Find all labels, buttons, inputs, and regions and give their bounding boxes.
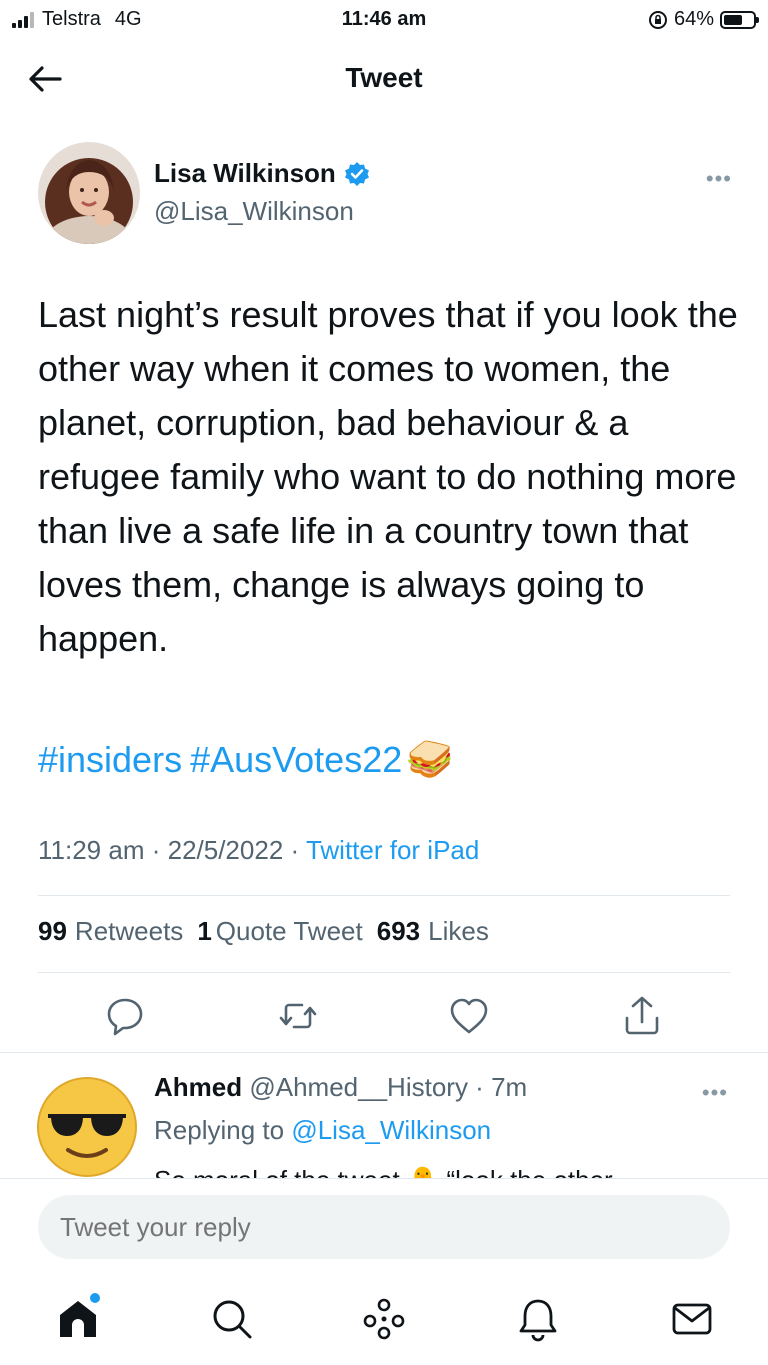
tweet-date: 22/5/2022 — [167, 835, 284, 865]
reply-more-options-icon[interactable]: ••• — [702, 1080, 728, 1106]
nav-notifications[interactable] — [514, 1295, 562, 1343]
quotes-stat[interactable]: 1 Quote Tweet — [197, 916, 362, 947]
tweet-meta: 11:29 am · 22/5/2022 · Twitter for iPad — [38, 835, 479, 866]
separator: · — [467, 1072, 492, 1102]
battery-percent: 64% — [673, 8, 714, 30]
bottom-nav — [0, 1275, 768, 1365]
quotes-label: Quote Tweet — [215, 916, 363, 946]
verified-badge-icon — [344, 161, 369, 186]
nav-home[interactable] — [54, 1293, 102, 1343]
tweet-source[interactable]: Twitter for iPad — [306, 835, 479, 865]
likes-label: Likes — [428, 916, 489, 946]
tweet-text: Last night’s result proves that if you l… — [38, 294, 738, 659]
sunglasses-face-icon — [37, 1077, 137, 1177]
retweet-icon — [279, 1003, 317, 1029]
reply-icon — [107, 998, 143, 1036]
share-button[interactable] — [620, 994, 664, 1038]
divider — [0, 1052, 768, 1053]
reply-composer — [0, 1178, 768, 1268]
reply-snippet: So moral of the tweet 🐥 “look the other — [154, 1165, 613, 1180]
hashtag-insiders[interactable]: #insiders — [38, 733, 182, 787]
status-bar: Telstra 4G 11:46 am 64% — [0, 0, 768, 40]
likes-stat[interactable]: 693 Likes — [377, 916, 489, 947]
likes-count: 693 — [376, 916, 421, 946]
quotes-count: 1 — [197, 916, 212, 946]
reply-input[interactable] — [38, 1195, 730, 1259]
author-name-label: Lisa Wilkinson — [154, 158, 336, 188]
author-handle[interactable]: @Lisa_Wilkinson — [154, 196, 354, 227]
replying-to: Replying to @Lisa_Wilkinson — [154, 1115, 491, 1146]
divider — [38, 895, 730, 896]
replying-prefix: Replying to — [154, 1115, 285, 1145]
mail-icon — [672, 1303, 712, 1335]
more-options-icon[interactable]: ••• — [706, 166, 732, 192]
retweets-label: Retweets — [74, 916, 184, 946]
search-icon — [213, 1300, 252, 1339]
share-icon — [625, 996, 659, 1035]
tweet-actions — [0, 994, 768, 1038]
hashtags: #insiders #AusVotes22 🥪 — [38, 733, 454, 787]
separator: · — [151, 835, 168, 865]
retweet-button[interactable] — [276, 994, 320, 1038]
nav-search[interactable] — [208, 1295, 256, 1343]
reply-avatar[interactable] — [36, 1076, 138, 1178]
orientation-lock-icon — [648, 10, 667, 29]
retweets-stat[interactable]: 99 Retweets — [38, 916, 183, 947]
replying-mention[interactable]: @Lisa_Wilkinson — [291, 1115, 491, 1145]
tweet-time: 11:29 am — [38, 835, 145, 865]
author-avatar[interactable] — [38, 142, 140, 244]
separator: · — [290, 835, 306, 865]
reply-age: 7m — [491, 1072, 528, 1102]
reply-author-handle[interactable]: @Ahmed__History — [249, 1072, 468, 1102]
reply-header: Ahmed @Ahmed__History · 7m — [154, 1072, 527, 1103]
page-title: Tweet — [345, 62, 423, 93]
tweet-stats: 99 Retweets 1 Quote Tweet 693 Likes — [38, 916, 489, 947]
like-button[interactable] — [447, 994, 491, 1038]
heart-icon — [450, 998, 488, 1034]
header: Tweet — [0, 44, 768, 114]
status-right: 64% — [648, 8, 759, 31]
bell-icon — [519, 1299, 557, 1342]
reply-author-name[interactable]: Ahmed — [154, 1072, 242, 1102]
sandwich-emoji: 🥪 — [406, 739, 454, 781]
nav-messages[interactable] — [668, 1295, 716, 1343]
divider — [38, 972, 730, 973]
author-name[interactable]: Lisa Wilkinson — [154, 158, 370, 189]
retweets-count: 99 — [38, 916, 67, 946]
spaces-icon — [363, 1298, 405, 1340]
reply-button[interactable] — [103, 994, 147, 1038]
notification-dot — [90, 1293, 100, 1303]
battery-icon — [720, 10, 759, 29]
avatar-photo — [38, 142, 140, 244]
nav-spaces[interactable] — [360, 1295, 408, 1343]
hashtag-ausvotes22[interactable]: #AusVotes22 — [190, 733, 402, 787]
